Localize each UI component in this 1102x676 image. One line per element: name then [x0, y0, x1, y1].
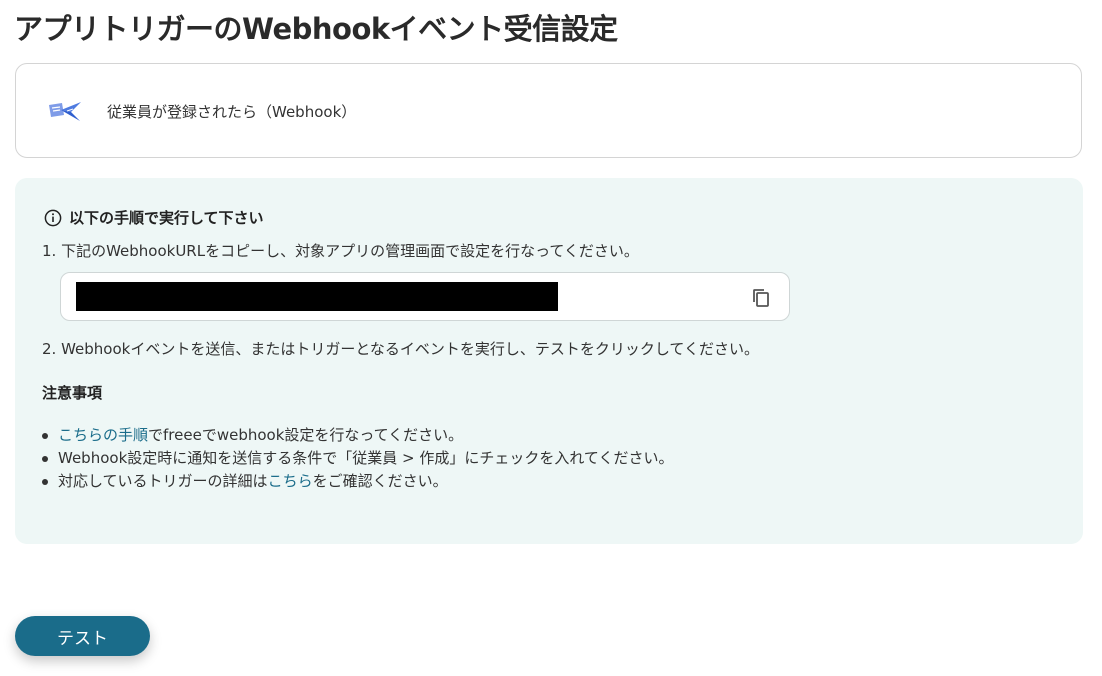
trigger-details-link[interactable]: こちら — [268, 472, 313, 490]
webhook-settings-page: アプリトリガーのWebhookイベント受信設定 従業員が登録されたら（Webho… — [0, 0, 1102, 676]
copy-icon[interactable] — [749, 286, 773, 310]
instructions-panel: 以下の手順で実行して下さい 1. 下記のWebhookURLをコピーし、対象アプ… — [15, 178, 1083, 544]
bullet — [42, 456, 48, 462]
webhook-url-value-redacted[interactable] — [76, 282, 558, 311]
note-text: 対応しているトリガーの詳細は — [58, 472, 268, 490]
note-item: Webhook設定時に通知を送信する条件で「従業員 > 作成」にチェックを入れて… — [42, 447, 673, 470]
note-item: 対応しているトリガーの詳細はこちらをご確認ください。 — [42, 470, 673, 493]
page-title: アプリトリガーのWebhookイベント受信設定 — [14, 12, 618, 46]
trigger-card: 従業員が登録されたら（Webhook） — [15, 63, 1082, 158]
setup-procedure-link[interactable]: こちらの手順 — [58, 426, 148, 444]
webhook-url-field[interactable] — [60, 272, 790, 321]
step-2-text: 2. Webhookイベントを送信、またはトリガーとなるイベントを実行し、テスト… — [42, 340, 759, 358]
instructions-header: 以下の手順で実行して下さい — [44, 207, 264, 228]
test-button[interactable]: テスト — [15, 616, 150, 656]
notes-list: こちらの手順でfreeeでwebhook設定を行なってください。 Webhook… — [42, 424, 673, 493]
info-icon — [44, 209, 62, 226]
note-text: でfreeeでwebhook設定を行なってください。 — [148, 426, 464, 444]
step-1-text: 1. 下記のWebhookURLをコピーし、対象アプリの管理画面で設定を行なって… — [42, 242, 639, 260]
note-text: Webhook設定時に通知を送信する条件で「従業員 > 作成」にチェックを入れて… — [58, 449, 674, 467]
note-item: こちらの手順でfreeeでwebhook設定を行なってください。 — [42, 424, 673, 447]
trigger-label: 従業員が登録されたら（Webhook） — [107, 103, 357, 121]
instructions-heading: 以下の手順で実行して下さい — [69, 209, 264, 227]
bullet — [42, 433, 48, 439]
note-text: をご確認ください。 — [312, 472, 448, 490]
notes-heading: 注意事項 — [42, 384, 103, 402]
bullet — [42, 479, 48, 485]
freee-hr-app-icon — [49, 102, 81, 121]
